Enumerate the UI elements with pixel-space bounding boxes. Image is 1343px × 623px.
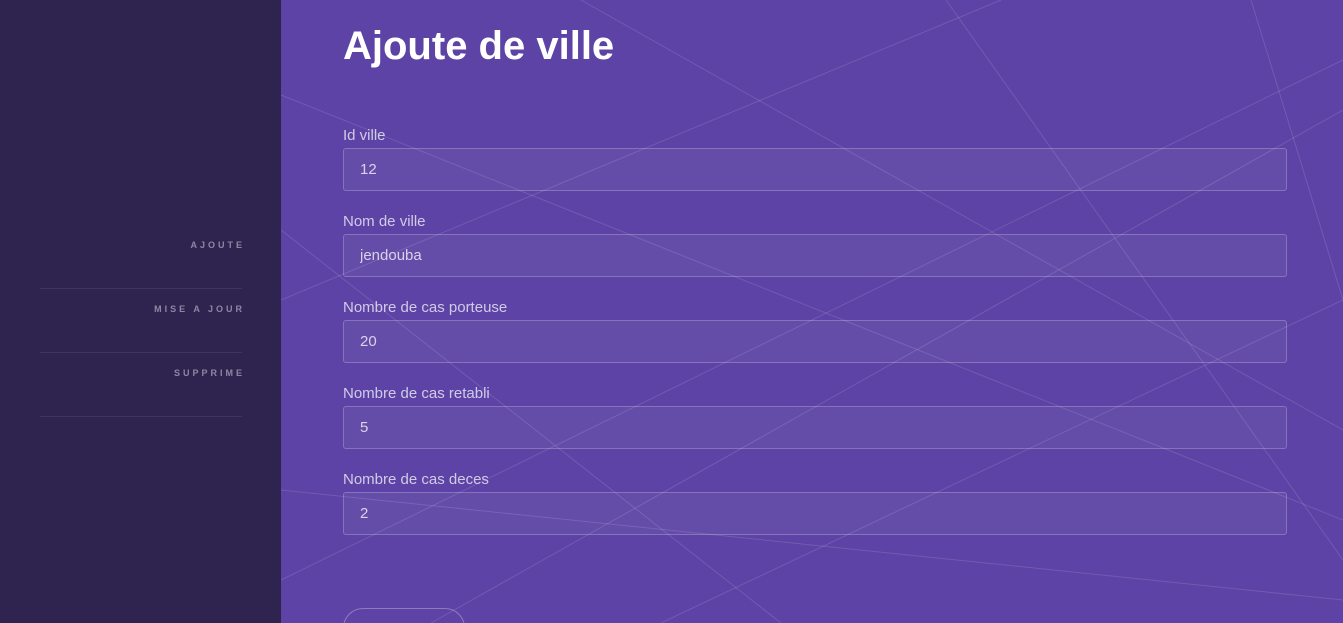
field-cas-retabli: Nombre de cas retabli	[343, 385, 1287, 449]
main-content: Ajoute de ville Id ville Nom de ville No…	[281, 0, 1343, 623]
cas-deces-input[interactable]	[343, 492, 1287, 535]
field-cas-deces: Nombre de cas deces	[343, 471, 1287, 535]
sidebar-item-mise-a-jour[interactable]: MISE A JOUR	[40, 289, 242, 353]
cas-porteuse-input[interactable]	[343, 320, 1287, 363]
field-cas-porteuse: Nombre de cas porteuse	[343, 299, 1287, 363]
field-label-cas-porteuse: Nombre de cas porteuse	[343, 299, 508, 316]
sidebar-item-label: AJOUTE	[190, 240, 245, 250]
sidebar-item-ajoute[interactable]: AJOUTE	[40, 225, 242, 289]
field-label-cas-retabli: Nombre de cas retabli	[343, 385, 490, 402]
sidebar-item-label: SUPPRIME	[173, 368, 245, 378]
field-label-id-ville: Id ville	[343, 127, 386, 144]
sidebar-item-label: MISE A JOUR	[154, 304, 245, 314]
field-nom-de-ville: Nom de ville	[343, 213, 1287, 277]
nom-de-ville-input[interactable]	[343, 234, 1287, 277]
field-label-cas-deces: Nombre de cas deces	[343, 471, 489, 488]
add-city-form: Id ville Nom de ville Nombre de cas port…	[343, 127, 1287, 535]
sidebar-item-supprime[interactable]: SUPPRIME	[40, 353, 242, 417]
id-ville-input[interactable]	[343, 148, 1287, 191]
cas-retabli-input[interactable]	[343, 406, 1287, 449]
sidebar: AJOUTE MISE A JOUR SUPPRIME	[0, 0, 281, 623]
sidebar-nav: AJOUTE MISE A JOUR SUPPRIME	[40, 225, 242, 417]
form-container: Ajoute de ville Id ville Nom de ville No…	[343, 20, 1287, 557]
app-window: AJOUTE MISE A JOUR SUPPRIME Ajoute de vi…	[0, 0, 1343, 623]
field-label-nom-de-ville: Nom de ville	[343, 213, 426, 230]
submit-button[interactable]	[343, 608, 465, 623]
page-title: Ajoute de ville	[343, 24, 615, 68]
field-id-ville: Id ville	[343, 127, 1287, 191]
